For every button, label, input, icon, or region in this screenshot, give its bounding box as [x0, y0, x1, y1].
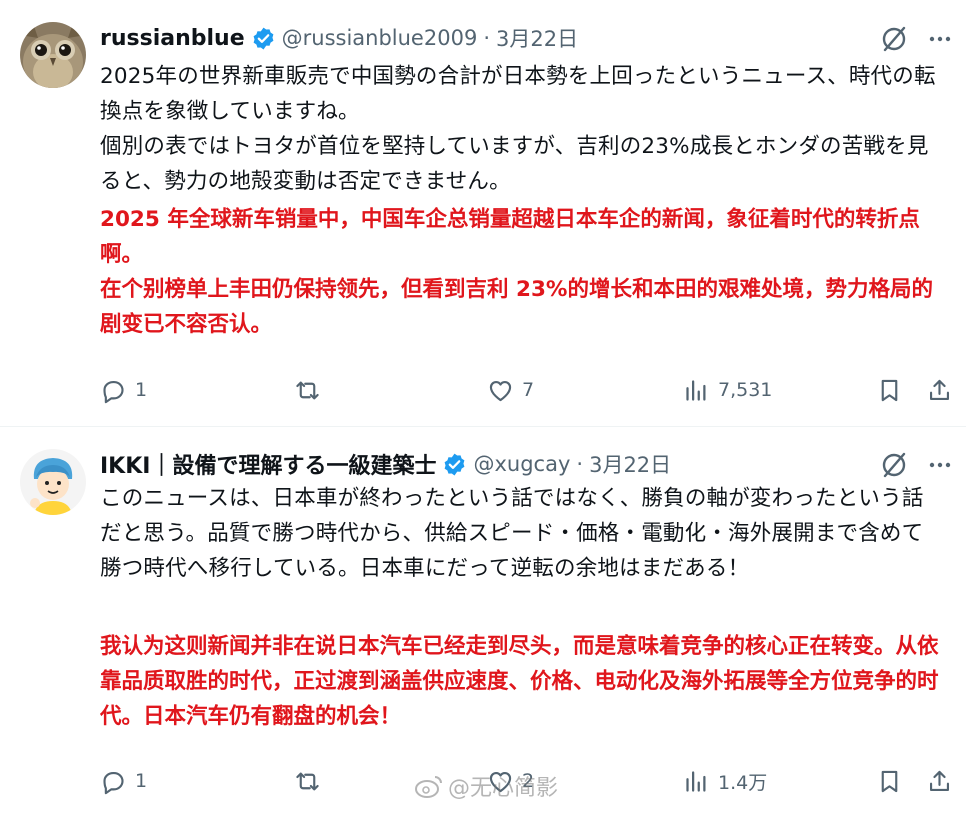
translation-text-chinese: 我认为这则新闻并非在说日本汽车已经走到尽头，而是意味着竞争的核心正在转变。从依靠…	[100, 629, 942, 734]
tweet-actions: 1 7 7,531	[0, 370, 966, 410]
share-icon	[929, 379, 950, 400]
owl-avatar-image	[20, 22, 86, 88]
share-icon	[929, 770, 950, 791]
display-name[interactable]: IKKI｜設備で理解する一級建築士	[100, 448, 436, 480]
translation-paragraph: 我认为这则新闻并非在说日本汽车已经走到尽头，而是意味着竞争的核心正在转变。从依靠…	[100, 634, 939, 729]
separator-dot: ·	[483, 26, 490, 50]
more-options-icon[interactable]	[926, 451, 954, 479]
bookmark-icon	[881, 770, 898, 792]
views-bar-chart-icon	[686, 379, 706, 401]
display-name[interactable]: russianblue	[100, 26, 245, 51]
views-button[interactable]: 7,531	[683, 370, 772, 410]
like-button[interactable]: 7	[487, 370, 534, 410]
weibo-watermark: @无心简影	[414, 770, 558, 802]
bookmark-icon	[881, 379, 898, 401]
tweet-paragraph: 個別の表ではトヨタが首位を堅持していますが、吉利の23%成長とホンダの苦戦を見る…	[100, 134, 929, 194]
retweet-icon	[296, 381, 319, 399]
user-handle[interactable]: @xugcay	[473, 452, 570, 476]
views-count: 1.4万	[718, 771, 768, 794]
reply-button[interactable]: 1	[100, 370, 147, 410]
retweet-button[interactable]	[294, 761, 329, 801]
bookmark-button[interactable]	[876, 370, 911, 410]
views-bar-chart-icon	[686, 770, 706, 792]
tweet-date[interactable]: 3月22日	[589, 449, 671, 479]
tweet-date[interactable]: 3月22日	[496, 23, 578, 53]
tweet-header: russianblue @russianblue2009 · 3月22日	[100, 21, 886, 55]
grok-icon[interactable]	[880, 25, 908, 53]
user-handle[interactable]: @russianblue2009	[282, 26, 478, 50]
tweet-russianblue[interactable]: russianblue @russianblue2009 · 3月22日 202…	[0, 0, 966, 426]
share-button[interactable]	[926, 761, 961, 801]
reply-button[interactable]: 1	[100, 761, 147, 801]
tweet-ikki[interactable]: IKKI｜設備で理解する一級建築士 @xugcay · 3月22日 このニュース…	[0, 427, 966, 817]
tweet-paragraph: 2025年の世界新車販売で中国勢の合計が日本勢を上回ったというニュース、時代の転…	[100, 64, 936, 124]
translation-paragraph: 在个别榜单上丰田仍保持领先，但看到吉利 23%的增长和本田的艰难处境，势力格局的…	[100, 277, 933, 337]
avatar-cartoon[interactable]	[20, 449, 86, 515]
like-count: 7	[522, 379, 535, 401]
views-count: 7,531	[718, 379, 773, 401]
tweet-header: IKKI｜設備で理解する一級建築士 @xugcay · 3月22日	[100, 447, 886, 481]
more-options-icon[interactable]	[926, 25, 954, 53]
weibo-logo-icon	[415, 776, 442, 798]
views-button[interactable]: 1.4万	[683, 761, 767, 801]
cartoon-avatar-image	[20, 449, 86, 515]
tweet-text-japanese: このニュースは、日本車が終わったという話ではなく、勝負の軸が変わったという話だと…	[100, 481, 942, 586]
separator-dot: ·	[576, 452, 584, 476]
reply-count: 1	[135, 770, 148, 792]
translation-text-chinese: 2025 年全球新车销量中，中国车企总销量超越日本车企的新闻，象征着时代的转折点…	[100, 202, 942, 342]
reply-icon	[103, 380, 124, 403]
grok-icon[interactable]	[880, 451, 908, 479]
tweet-text-japanese: 2025年の世界新車販売で中国勢の合計が日本勢を上回ったというニュース、時代の転…	[100, 59, 942, 199]
bookmark-button[interactable]	[876, 761, 911, 801]
reply-icon	[103, 771, 124, 794]
tweet-paragraph: このニュースは、日本車が終わったという話ではなく、勝負の軸が変わったという話だと…	[100, 486, 924, 581]
retweet-button[interactable]	[294, 370, 329, 410]
heart-icon	[489, 380, 512, 401]
retweet-icon	[296, 772, 319, 790]
verified-badge-icon	[251, 26, 276, 51]
reply-count: 1	[135, 379, 148, 401]
verified-badge-icon	[442, 452, 467, 477]
avatar-owl[interactable]	[20, 22, 86, 88]
translation-paragraph: 2025 年全球新车销量中，中国车企总销量超越日本车企的新闻，象征着时代的转折点…	[100, 207, 920, 267]
share-button[interactable]	[926, 370, 961, 410]
watermark-text: @无心简影	[448, 776, 559, 801]
